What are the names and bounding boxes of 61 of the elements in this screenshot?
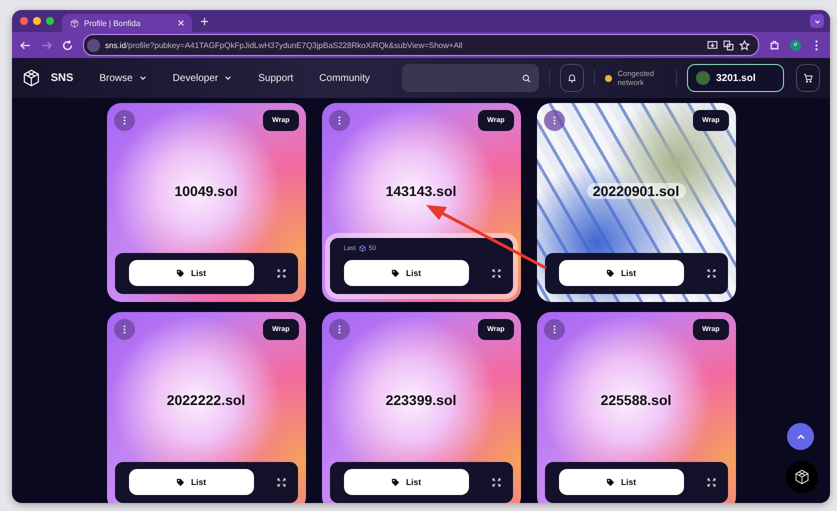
expand-icon[interactable] [706, 268, 716, 278]
list-button[interactable]: List [128, 260, 254, 286]
search-icon [522, 74, 531, 82]
chevron-down-icon [224, 74, 232, 82]
expand-icon[interactable] [492, 478, 500, 486]
close-window-button[interactable] [20, 17, 28, 25]
list-button[interactable]: List [344, 469, 468, 495]
expand-icon[interactable] [706, 478, 716, 486]
new-tab-icon[interactable] [200, 16, 209, 26]
expand-icon[interactable] [492, 268, 500, 278]
tag-icon [176, 478, 185, 486]
tag-icon [390, 478, 400, 486]
back-icon[interactable] [20, 40, 31, 50]
domain-name: 225588.sol [600, 392, 672, 408]
extensions-icon[interactable] [769, 40, 780, 50]
list-button[interactable]: List [128, 469, 254, 495]
expand-icon[interactable] [276, 478, 286, 486]
install-icon[interactable] [707, 40, 718, 50]
tag-icon [606, 268, 615, 278]
tab-list-button[interactable] [810, 14, 824, 28]
status-dot [605, 74, 612, 82]
cube-icon [358, 245, 366, 252]
cube-icon [794, 469, 810, 485]
cube-logo-icon[interactable] [22, 68, 41, 88]
nav-link[interactable]: Community [319, 72, 370, 84]
reload-icon[interactable] [62, 40, 73, 50]
cart-button[interactable] [796, 64, 820, 92]
nav-link[interactable]: Browse [99, 72, 147, 84]
star-icon[interactable] [739, 40, 750, 50]
domain-name: 20220901.sol [586, 183, 686, 199]
domain-name: 143143.sol [384, 183, 458, 199]
cube-button[interactable] [786, 461, 818, 493]
bell-icon [566, 73, 577, 83]
search-field[interactable] [402, 64, 539, 92]
close-tab-icon[interactable] [178, 20, 184, 26]
domain-name: 2022222.sol [166, 392, 246, 408]
address-bar[interactable]: sns.id/profile?pubkey=A41TAGFpQkFpJidLwH37ydunE7Q3jpBaS228RkoXiRQk&subView=Show+All [83, 34, 759, 56]
notifications-button[interactable] [560, 64, 584, 92]
chevron-down-icon [138, 74, 147, 82]
list-button[interactable]: List [558, 260, 684, 286]
cube-favicon-icon [70, 18, 79, 28]
minimize-window-button[interactable] [33, 17, 41, 25]
translate-icon[interactable] [723, 40, 734, 50]
wallet-button[interactable]: 3201.sol [687, 64, 784, 92]
nav-link[interactable]: Developer [172, 72, 232, 84]
list-button[interactable]: List [344, 260, 468, 286]
brand-name[interactable]: SNS [50, 72, 74, 84]
tag-icon [176, 268, 185, 278]
maximize-window-button[interactable] [46, 17, 54, 25]
tag-icon [390, 268, 400, 278]
expand-icon[interactable] [276, 268, 286, 278]
domain-name: 223399.sol [384, 392, 458, 408]
browser-tab[interactable]: Profile | Bonfida [62, 14, 192, 32]
scroll-to-top-button[interactable] [787, 423, 814, 450]
wallet-avatar [696, 71, 710, 85]
tag-icon [606, 478, 615, 486]
domain-name: 10049.sol [173, 183, 239, 199]
list-button[interactable]: List [558, 469, 684, 495]
cart-icon [802, 73, 813, 83]
chevron-down-icon [814, 18, 820, 24]
nav-link[interactable]: Support [258, 72, 294, 84]
